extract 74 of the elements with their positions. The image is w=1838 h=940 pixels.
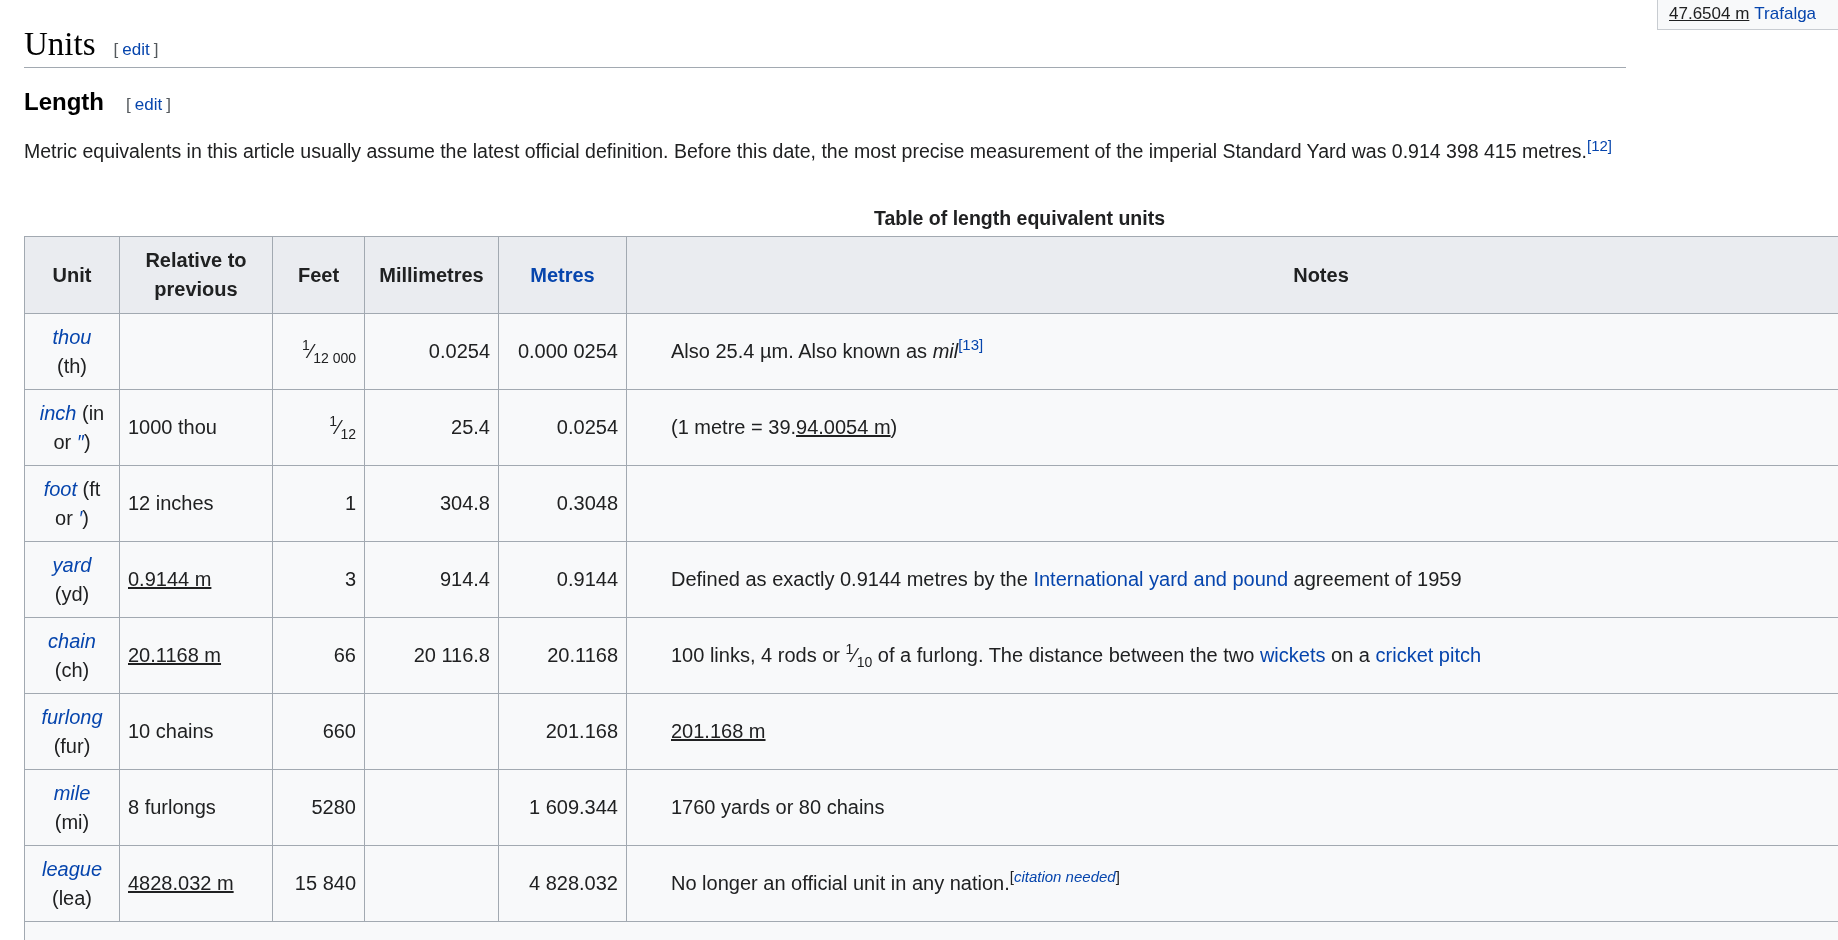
link[interactable]: cricket pitch — [1375, 643, 1482, 666]
unit-text: (lea) — [52, 886, 92, 909]
cell-text: 1760 yards or 80 chains — [671, 796, 885, 819]
reference-link[interactable]: [12] — [1587, 136, 1612, 154]
cell-text: $^{1}$⁄$_{12}$ — [329, 415, 356, 438]
cell-text: 1 609.344 — [529, 796, 618, 819]
cell-text: 3 — [344, 568, 356, 591]
link[interactable]: foot — [43, 477, 77, 500]
cell-text: $^{1}$⁄$_{12 000}$ — [302, 339, 356, 362]
cell-text: 914.4 — [439, 568, 490, 591]
cell-text: 201.168 — [545, 720, 618, 743]
edit-link[interactable]: edit — [122, 40, 150, 59]
cell-text: 15 840 — [294, 872, 356, 895]
coordinates-text: 47.6504 m Trafalga — [1669, 4, 1818, 24]
subsection-heading: Length — [24, 88, 104, 116]
link[interactable]: International yard and pound — [1033, 568, 1289, 591]
link[interactable]: inch — [39, 401, 77, 424]
unit-text: (fur) — [53, 734, 91, 757]
cell-text: 0.000 0254 — [517, 340, 618, 363]
cell-text: 0.0254 — [428, 340, 490, 363]
link[interactable]: Trafalga — [1754, 4, 1817, 24]
link[interactable]: yard — [52, 553, 92, 576]
link[interactable]: mile — [53, 781, 91, 804]
edit-link-label: [ edit ] — [126, 95, 171, 115]
column-header[interactable]: Metres — [498, 236, 627, 314]
column-header: Millimetres — [364, 236, 499, 314]
unit-text: foot (ft — [43, 477, 101, 500]
unit-text: (ch) — [54, 658, 90, 681]
edit-link-label: [ edit ] — [113, 40, 159, 60]
link[interactable]: thou — [52, 325, 92, 348]
cell-text: 4 828.032 — [529, 872, 618, 895]
cell-text: 10 chains — [128, 720, 214, 743]
cell-text: 20.1168 m — [128, 644, 222, 667]
cell-text: 25.4 — [451, 416, 490, 439]
cell-text: 0.9144 — [556, 568, 618, 591]
column-header: Notes — [626, 236, 1838, 314]
cell-text: 100 links, 4 rods or $^{1}$⁄$_{10}$ of a furlong. The distance between the two wickets on a cricket pitch — [671, 643, 1482, 666]
table-caption: Table of length equivalent units — [872, 207, 1167, 231]
link[interactable]: ′ — [78, 506, 83, 529]
cell-text: 201.168 m — [671, 720, 766, 743]
unit-text: or ′) — [55, 506, 89, 529]
cell-text: (1 metre = 39.94.0054 m) — [671, 416, 898, 439]
column-header: Feet — [272, 236, 365, 314]
link[interactable]: furlong — [41, 705, 103, 728]
column-header: Relative to previous — [119, 236, 273, 314]
unit-text: (th) — [57, 354, 87, 377]
cell-text: 5280 — [311, 796, 356, 819]
citation-link[interactable]: citation needed — [1013, 868, 1116, 886]
cell-text: 0.0254 — [556, 416, 618, 439]
section-heading: Units — [24, 26, 96, 63]
cell-text: 0.9144 m — [128, 568, 212, 591]
edit-link[interactable]: edit — [134, 95, 163, 114]
cell-text: 4828.032 m — [128, 872, 234, 895]
paragraph: Metric equivalents in this article usually assume the latest official definition. Before this date, the most precise measurement of the imperial Standard Yard was 0.914 398 415 metres.$^{[12]}$ — [24, 138, 1613, 164]
column-header: Unit — [24, 236, 120, 314]
cell-text: 1000 thou — [128, 416, 217, 439]
cell-text: 20 116.8 — [413, 644, 490, 667]
link[interactable]: wickets — [1259, 643, 1326, 666]
cell-text: 12 inches — [128, 492, 214, 515]
unit-text: (yd) — [54, 582, 90, 605]
link[interactable]: chain — [48, 629, 96, 652]
link[interactable]: ″ — [76, 430, 84, 453]
cell-text: 1 — [344, 492, 356, 515]
unit-text: or ″) — [53, 430, 91, 453]
unit-text: inch (in — [39, 401, 105, 424]
cell-text: 66 — [333, 644, 356, 667]
cell-text: Defined as exactly 0.9144 metres by the International yard and pound agreement of 1959 — [671, 568, 1462, 591]
link[interactable]: league — [41, 857, 103, 880]
cell-text: 20.1168 — [547, 644, 618, 667]
unit-text: (mi) — [54, 810, 90, 833]
cell-text: 304.8 — [439, 492, 490, 515]
cell-text: 660 — [322, 720, 356, 743]
cell-text: 8 furlongs — [128, 796, 216, 819]
cell-text: 0.3048 — [556, 492, 618, 515]
